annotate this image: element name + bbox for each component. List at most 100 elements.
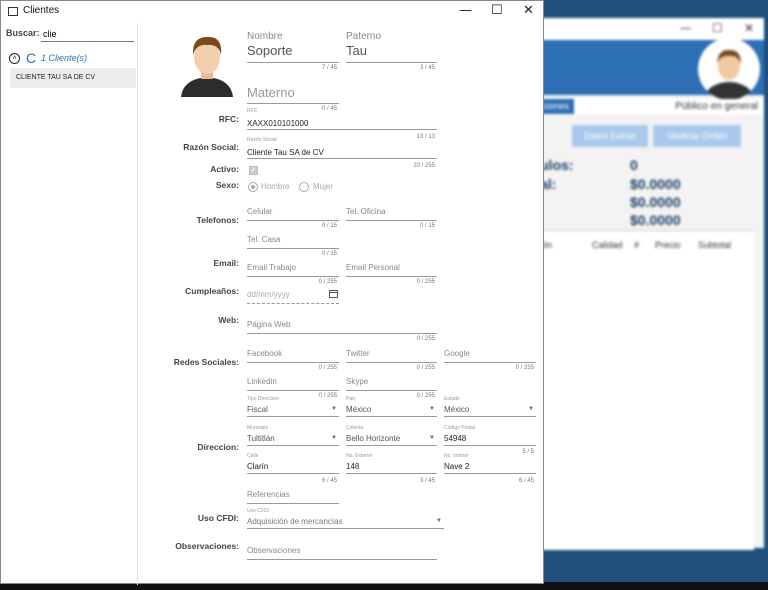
background-tab[interactable]: ciones <box>540 99 574 114</box>
activo-checkbox[interactable]: ✓ <box>249 166 258 175</box>
razon-social-field[interactable]: Razón Social Cliente Tau SA de CV <box>247 137 437 159</box>
pais-select[interactable]: Pais México ▼ <box>346 396 437 417</box>
calle-counter: 6 / 45 <box>321 478 337 484</box>
chevron-up-icon[interactable]: ˄ <box>9 53 20 64</box>
rfc-field[interactable]: RFC XAXX010101000 <box>247 108 437 130</box>
rfc-value: XAXX010101000 <box>247 119 309 128</box>
background-table-body <box>540 260 754 550</box>
paterno-value: Tau <box>346 43 367 58</box>
celular-field[interactable]: Celular <box>247 207 339 221</box>
codigo-postal-counter: 5 / 5 <box>522 449 534 455</box>
razon-social-caption: Razón Social <box>247 137 277 143</box>
rfc-caption: RFC <box>247 108 258 114</box>
mujer-radio[interactable] <box>299 182 309 192</box>
datos-extras-button[interactable]: Datos Extras <box>572 125 648 147</box>
referencias-placeholder: Referencias <box>247 490 290 499</box>
no-exterior-counter: 3 / 45 <box>419 478 435 484</box>
table-header-cell: Subtotal <box>698 240 732 250</box>
email-trabajo-field[interactable]: Email Trabajo <box>247 263 339 277</box>
no-interior-counter: 6 / 45 <box>518 478 534 484</box>
web-placeholder: Página Web <box>247 320 291 329</box>
tipo-direccion-select[interactable]: Tipo Direccion Fiscal ▼ <box>247 396 339 417</box>
celular-counter-wrap: 0 / 15 <box>247 223 339 233</box>
search-input[interactable] <box>41 26 134 42</box>
sexo-label: Sexo: <box>215 180 239 190</box>
maximize-icon[interactable]: ☐ <box>712 21 723 35</box>
facebook-counter-wrap: 0 / 255 <box>247 365 339 375</box>
razon-social-counter: 20 / 255 <box>413 163 435 169</box>
hombre-radio[interactable] <box>248 182 258 192</box>
cumpleanos-placeholder: dd/mm/yyyy <box>247 290 290 299</box>
skype-placeholder: Skype <box>346 377 369 386</box>
minimize-icon[interactable]: — <box>680 21 692 35</box>
email-trabajo-placeholder: Email Trabajo <box>247 263 296 272</box>
email-personal-field[interactable]: Email Personal <box>346 263 437 277</box>
no-interior-field[interactable]: No. Interior Nave 2 <box>444 453 536 474</box>
calendar-icon[interactable] <box>329 289 338 298</box>
amount-value: $0.0000 <box>630 194 681 210</box>
no-exterior-value: 148 <box>346 462 360 471</box>
twitter-field[interactable]: Twitter <box>346 349 437 363</box>
web-counter-wrap: 0 / 255 <box>247 336 437 346</box>
oficina-field[interactable]: Tel. Oficina <box>346 207 437 221</box>
colonia-select[interactable]: Colonia Bello Horizonte ▼ <box>346 425 437 446</box>
close-icon[interactable]: ✕ <box>523 3 534 18</box>
codigo-postal-field[interactable]: Código Postal 54948 <box>444 425 536 446</box>
observaciones-field[interactable]: Observaciones <box>247 546 437 560</box>
paterno-counter-wrap: 3 / 45 <box>346 65 437 75</box>
email-trabajo-counter: 0 / 255 <box>318 279 337 285</box>
maximize-icon[interactable]: ☐ <box>491 3 503 18</box>
paterno-placeholder: Paterno <box>346 31 382 42</box>
background-client-name: Público en general <box>675 101 758 112</box>
pais-caption: Pais <box>346 396 356 402</box>
cumpleanos-field[interactable]: dd/mm/yyyy <box>247 287 339 304</box>
email-personal-placeholder: Email Personal <box>346 263 400 272</box>
client-list-panel: Buscar: ˄ C 1 Cliente(s) CLIENTE TAU SA … <box>1 23 138 585</box>
direccion-label: Direccion: <box>197 442 239 452</box>
web-field[interactable]: Página Web <box>247 320 437 334</box>
celular-counter: 0 / 15 <box>321 223 337 229</box>
window-title: Clientes <box>23 5 60 16</box>
uso-cfdi-select[interactable]: Uso CFDI Adquisición de mercancías ▼ <box>247 508 444 529</box>
casa-field[interactable]: Tel. Casa <box>247 235 339 249</box>
nombre-value: Soporte <box>247 43 293 58</box>
skype-field[interactable]: Skype <box>346 377 437 391</box>
google-field[interactable]: Google <box>444 349 536 363</box>
paterno-field[interactable]: Paterno Tau <box>346 29 437 63</box>
ext-counter-wrap: 3 / 45 <box>346 478 437 488</box>
no-interior-value: Nave 2 <box>444 462 470 471</box>
facebook-field[interactable]: Facebook <box>247 349 339 363</box>
background-header <box>540 38 764 100</box>
estado-select[interactable]: Estado México ▼ <box>444 396 536 417</box>
email-label: Email: <box>213 258 239 268</box>
verificar-orden-button[interactable]: Verificar Orden <box>653 125 741 147</box>
casa-placeholder: Tel. Casa <box>247 235 281 244</box>
calle-caption: Calle <box>247 453 259 459</box>
linkedin-field[interactable]: Linkedin <box>247 377 339 391</box>
nombre-field[interactable]: Nombre Soporte <box>247 29 339 63</box>
minimize-icon[interactable]: — <box>459 3 472 18</box>
municipio-select[interactable]: Municipio Tultitlán ▼ <box>247 425 339 446</box>
materno-field[interactable]: Materno <box>247 71 339 104</box>
chevron-down-icon: ▼ <box>429 435 435 441</box>
close-icon[interactable]: ✕ <box>744 21 754 35</box>
referencias-field[interactable]: Referencias <box>247 490 339 504</box>
chevron-down-icon: ▼ <box>436 518 442 524</box>
list-item[interactable]: CLIENTE TAU SA DE CV <box>10 68 136 88</box>
facebook-placeholder: Facebook <box>247 349 283 358</box>
email-personal-counter: 0 / 255 <box>416 279 435 285</box>
chevron-down-icon: ▼ <box>331 435 337 441</box>
chevron-down-icon: ▼ <box>528 406 534 412</box>
no-exterior-field[interactable]: No. Exterior 148 <box>346 453 437 474</box>
google-counter-wrap: 0 / 255 <box>444 365 536 375</box>
client-form: Nombre Soporte 7 / 45 Paterno Tau 3 / 45… <box>139 23 543 583</box>
twitter-counter-wrap: 0 / 255 <box>346 365 437 375</box>
razon-counter-wrap: 20 / 255 <box>247 163 437 173</box>
int-counter-wrap: 6 / 45 <box>444 478 536 488</box>
codigo-postal-caption: Código Postal <box>444 425 476 431</box>
razon-social-label: Razón Social: <box>183 142 239 152</box>
amount-value: $0.0000 <box>630 212 681 228</box>
window-icon <box>8 7 18 16</box>
colonia-caption: Colonia <box>346 425 363 431</box>
calle-field[interactable]: Calle Clarín <box>247 453 339 474</box>
